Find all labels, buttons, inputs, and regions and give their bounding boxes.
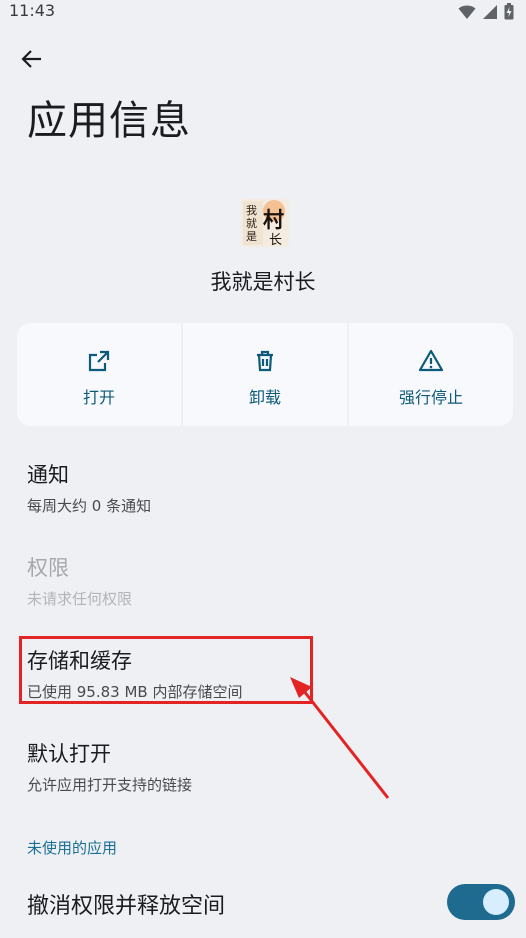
unused-apps-header: 未使用的应用 (27, 839, 118, 857)
permissions-subtitle: 未请求任何权限 (27, 590, 133, 608)
battery-icon (504, 3, 514, 20)
notifications-subtitle: 每周大约 0 条通知 (27, 497, 152, 515)
permissions-title: 权限 (27, 556, 69, 580)
default-open-item[interactable]: 默认打开 允许应用打开支持的链接 (27, 738, 192, 795)
svg-text:是: 是 (246, 230, 257, 243)
revoke-permissions-toggle[interactable] (447, 884, 515, 920)
page-title: 应用信息 (27, 98, 191, 144)
revoke-permissions-label: 撤消权限并释放空间 (27, 894, 226, 919)
status-bar: 11:43 (0, 0, 526, 24)
wifi-icon (458, 5, 476, 19)
svg-text:我: 我 (246, 204, 257, 217)
status-time: 11:43 (9, 1, 56, 20)
permissions-item[interactable]: 权限 未请求任何权限 (27, 552, 132, 609)
force-stop-button-label: 强行停止 (398, 388, 463, 407)
toggle-knob (483, 889, 509, 915)
arrow-left-icon (21, 50, 41, 68)
back-button[interactable] (14, 42, 50, 76)
svg-text:长: 长 (269, 233, 282, 247)
status-icons (458, 3, 514, 20)
notifications-item[interactable]: 通知 每周大约 0 条通知 (27, 459, 151, 516)
action-bar: 打开 卸载 强行停止 (17, 323, 513, 426)
app-icon: 我 就 是 村 长 (241, 199, 289, 247)
svg-text:村: 村 (263, 207, 284, 232)
open-external-icon (88, 350, 110, 372)
default-open-title: 默认打开 (27, 742, 111, 766)
uninstall-button[interactable]: 卸载 (183, 323, 347, 426)
signal-icon (483, 4, 497, 19)
uninstall-button-label: 卸载 (248, 388, 281, 407)
notifications-title: 通知 (27, 463, 69, 487)
warning-icon (418, 349, 444, 372)
annotation-highlight-box (19, 636, 313, 704)
force-stop-button[interactable]: 强行停止 (349, 323, 513, 426)
default-open-subtitle: 允许应用打开支持的链接 (27, 776, 193, 794)
svg-text:就: 就 (246, 216, 257, 230)
open-button-label: 打开 (82, 388, 115, 407)
trash-icon (257, 350, 273, 372)
app-name: 我就是村长 (210, 270, 316, 294)
open-button[interactable]: 打开 (17, 323, 181, 426)
